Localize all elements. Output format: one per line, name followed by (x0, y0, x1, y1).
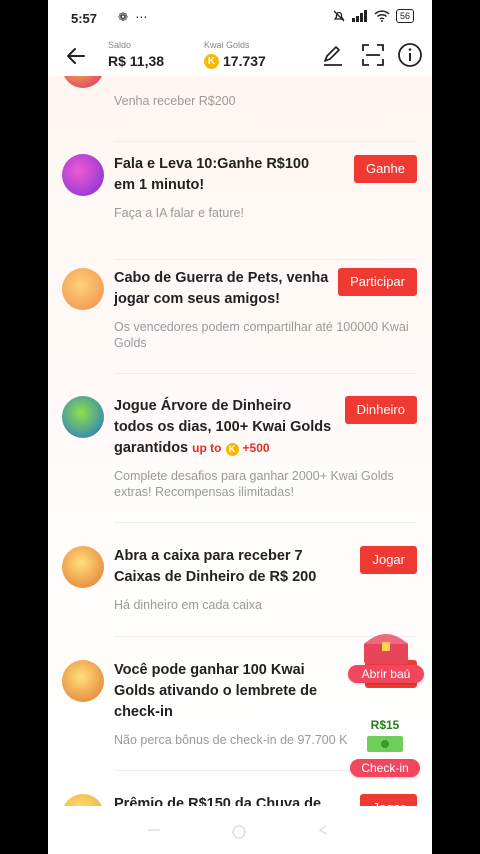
checkin-amount: R$15 (370, 718, 400, 732)
task-title: Fala e Leva 10:Ganhe R$100 em 1 minuto! (114, 156, 310, 193)
saldo-value: R$ 11,38 (108, 53, 165, 69)
participar-button[interactable]: Participar (338, 268, 417, 296)
notification-icons: ❁ ⋯ (118, 10, 150, 24)
task-title: Jogue Árvore de Dinheiro todos os dias, … (114, 396, 334, 459)
divider (114, 373, 417, 374)
kwai-coin-icon: K (225, 443, 239, 456)
golds-value: 17.737 (223, 53, 266, 69)
status-bar: 5:57 ❁ ⋯ 56 (48, 0, 432, 36)
edit-icon[interactable] (320, 42, 346, 68)
status-right: 56 (332, 9, 414, 23)
jogar-button[interactable]: Jogar (360, 546, 417, 574)
money-bag-icon (62, 76, 104, 88)
ai-speech-icon (62, 154, 104, 196)
coin-rain-icon (62, 794, 104, 806)
system-nav-bar (48, 806, 432, 854)
saldo-label: Saldo (108, 40, 132, 50)
status-time: 5:57 (71, 11, 98, 26)
abrir-bau-label: Abrir baú (348, 665, 424, 683)
task-title: Abra a caixa para receber 7 Caixas de Di… (114, 548, 317, 585)
kwai-coin-icon: K (204, 53, 219, 69)
battery-indicator: 56 (395, 9, 414, 23)
golds-block[interactable]: Kwai Golds K 17.737 (204, 40, 266, 69)
task-desc: Os vencedores podem compartilhar até 100… (114, 320, 409, 350)
task-desc: Complete desafios para ganhar 2000+ Kwai… (114, 469, 394, 499)
bonus-label: +500 (242, 441, 270, 455)
checkin-label: Check-in (350, 759, 420, 777)
task-title-text: Jogue Árvore de Dinheiro todos os dias, … (114, 398, 332, 456)
cash-icon (367, 736, 403, 752)
task-desc: Há dinheiro em cada caixa (114, 598, 262, 612)
info-icon[interactable] (397, 42, 423, 68)
jogar-button[interactable]: Jogar (360, 794, 417, 806)
home-nav-icon[interactable] (231, 824, 247, 840)
task-title: Prêmio de R$150 da Chuva de (114, 796, 322, 806)
checkin-float[interactable]: R$15 Check-in (350, 718, 420, 777)
task-desc: Venha receber R$200 (114, 94, 236, 108)
divider (114, 141, 417, 142)
wifi-icon (374, 10, 390, 22)
back-nav-icon[interactable] (316, 824, 332, 836)
signal-icon (351, 10, 367, 22)
task-title: Você pode ganhar 100 Kwai Golds ativando… (114, 662, 318, 720)
treasure-chest-icon (62, 546, 104, 588)
app-screen: 5:57 ❁ ⋯ 56 Saldo R$ 11,38 Kwai Golds K1… (48, 0, 432, 854)
up-to-label: up to (192, 441, 222, 455)
divider (114, 522, 417, 523)
task-desc: Faça a IA falar e fature! (114, 206, 244, 220)
back-arrow-icon[interactable] (62, 42, 90, 70)
task-desc-text: Não perca bônus de check-in de 97.700 K (114, 733, 348, 747)
pet-icon (62, 268, 104, 310)
task-list: Venha receber R$200 Fala e Leva 10:Ganhe… (48, 76, 432, 806)
mute-icon (333, 10, 345, 22)
chest-icon (364, 634, 408, 664)
golds-label: Kwai Golds (204, 40, 250, 50)
list-item: Venha receber R$200 (48, 76, 432, 146)
task-title: Cabo de Guerra de Pets, venha jogar com … (114, 270, 329, 307)
dinheiro-button[interactable]: Dinheiro (344, 396, 417, 424)
money-tree-icon (62, 396, 104, 438)
scan-icon[interactable] (360, 42, 386, 68)
treasure-chest-icon (62, 660, 104, 702)
ganhe-button[interactable]: Ganhe (353, 155, 417, 183)
wallet-header: Saldo R$ 11,38 Kwai Golds K 17.737 (48, 36, 432, 76)
saldo-block[interactable]: Saldo R$ 11,38 (108, 40, 164, 69)
abrir-bau-float[interactable]: Abrir baú (348, 628, 424, 683)
menu-nav-icon[interactable] (146, 824, 162, 836)
divider (114, 259, 417, 260)
